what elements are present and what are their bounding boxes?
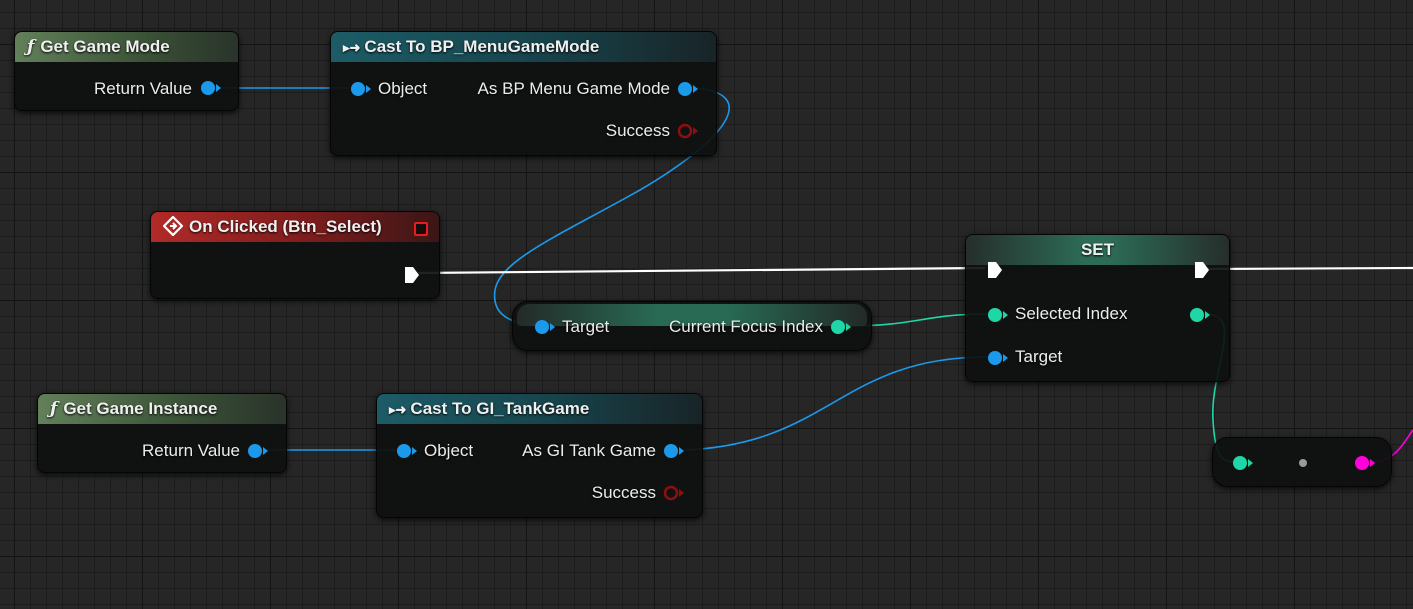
- delegate-pin-icon[interactable]: [414, 222, 428, 236]
- pin-label-success: Success: [605, 121, 670, 140]
- target-pin-icon[interactable]: [986, 350, 1010, 366]
- node-get-game-instance[interactable]: ƒ Get Game Instance Return Value: [37, 393, 287, 473]
- pin-label-as-menu-game-mode: As BP Menu Game Mode: [477, 79, 670, 98]
- target-pin-icon[interactable]: [533, 319, 557, 335]
- node-header: ƒ Get Game Instance: [38, 394, 286, 424]
- object-output-pin-icon[interactable]: [676, 81, 700, 97]
- object-input-pin-icon[interactable]: [349, 81, 373, 97]
- wire-exec-main: [417, 266, 986, 275]
- node-title: Get Game Mode: [40, 37, 170, 56]
- object-pin-icon[interactable]: [246, 443, 270, 459]
- bool-pin-icon[interactable]: [662, 485, 686, 501]
- wire-exec-out: [1205, 266, 1413, 271]
- int-output-pin-icon[interactable]: [1188, 307, 1212, 323]
- exec-input-pin-icon[interactable]: [986, 260, 1004, 280]
- node-title: Cast To BP_MenuGameMode: [364, 37, 600, 56]
- pin-label-success: Success: [591, 483, 656, 502]
- cast-icon: ▸➜: [343, 40, 361, 55]
- object-output-pin-icon[interactable]: [662, 443, 686, 459]
- node-title: Cast To GI_TankGame: [410, 399, 590, 418]
- pin-label-object: Object: [378, 79, 428, 98]
- node-cast-menu-game-mode[interactable]: ▸➜ Cast To BP_MenuGameMode Object As BP M…: [330, 31, 717, 156]
- pin-label-selected-index: Selected Index: [1015, 304, 1128, 323]
- node-header: ƒ Get Game Mode: [15, 32, 238, 62]
- function-icon: ƒ: [27, 37, 35, 57]
- function-icon: ƒ: [50, 399, 58, 419]
- node-get-game-mode[interactable]: ƒ Get Game Mode Return Value: [14, 31, 239, 111]
- node-header: ▸➜ Cast To BP_MenuGameMode: [331, 32, 716, 62]
- pin-label-return-value: Return Value: [142, 441, 240, 460]
- pin-label-as-gi-tank-game: As GI Tank Game: [522, 441, 656, 460]
- bool-pin-icon[interactable]: [676, 123, 700, 139]
- pin-label-target: Target: [1015, 347, 1063, 366]
- object-input-pin-icon[interactable]: [395, 443, 419, 459]
- node-title: Get Game Instance: [63, 399, 218, 418]
- int-input-pin-icon[interactable]: [986, 307, 1010, 323]
- exec-output-pin-icon[interactable]: [1193, 260, 1211, 280]
- node-header: SET: [966, 235, 1229, 265]
- pin-label-target: Target: [562, 317, 610, 336]
- wire-gi-to-target: [682, 356, 988, 451]
- pin-label-current-focus-index: Current Focus Index: [668, 317, 823, 336]
- int-input-pin-icon[interactable]: [1231, 455, 1255, 471]
- object-pin-icon[interactable]: [199, 80, 223, 96]
- cast-icon: ▸➜: [389, 402, 407, 417]
- node-title: SET: [1080, 240, 1115, 259]
- exec-output-pin-icon[interactable]: [403, 265, 421, 285]
- conversion-dot-icon: [1299, 459, 1307, 467]
- int-pin-icon[interactable]: [829, 319, 853, 335]
- node-cast-gi-tank-game[interactable]: ▸➜ Cast To GI_TankGame Object As GI Tank …: [376, 393, 703, 518]
- node-header: On Clicked (Btn_Select): [151, 212, 439, 242]
- node-set-selected-index[interactable]: SET Selected Index Target: [965, 234, 1230, 382]
- node-conversion[interactable]: [1212, 437, 1392, 487]
- node-get-current-focus-index[interactable]: Target Current Focus Index: [512, 301, 872, 351]
- node-title: On Clicked (Btn_Select): [189, 217, 382, 236]
- pin-label-object: Object: [424, 441, 474, 460]
- event-icon: [162, 215, 184, 237]
- pink-output-pin-icon[interactable]: [1353, 455, 1377, 471]
- pin-label-return-value: Return Value: [94, 79, 192, 98]
- node-on-clicked-event[interactable]: On Clicked (Btn_Select): [150, 211, 440, 299]
- node-header: ▸➜ Cast To GI_TankGame: [377, 394, 702, 424]
